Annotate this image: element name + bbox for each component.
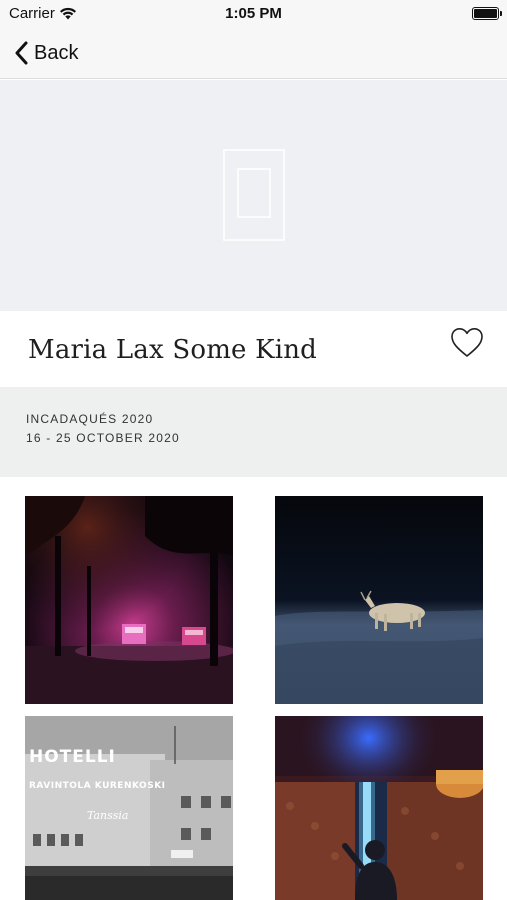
title-row: Maria Lax Some Kind bbox=[0, 311, 507, 387]
status-bar: Carrier 1:05 PM bbox=[0, 0, 507, 28]
event-dates: 16 - 25 OCTOBER 2020 bbox=[26, 431, 180, 445]
night-forest-lights-photo[interactable] bbox=[25, 496, 233, 704]
svg-text:HOTELLI: HOTELLI bbox=[29, 747, 116, 767]
battery-icon bbox=[472, 7, 502, 20]
back-label: Back bbox=[34, 41, 79, 64]
festival-name: INCADAQUÉS 2020 bbox=[26, 412, 154, 426]
svg-text:Tanssia: Tanssia bbox=[87, 809, 129, 822]
reindeer-at-night-photo[interactable] bbox=[275, 496, 483, 704]
navigation-bar: Back bbox=[0, 28, 507, 79]
figure-at-window-photo[interactable] bbox=[275, 716, 483, 900]
favorite-heart-icon[interactable] bbox=[449, 325, 485, 361]
back-button[interactable]: Back bbox=[14, 36, 78, 70]
event-info-band: INCADAQUÉS 2020 16 - 25 OCTOBER 2020 bbox=[0, 387, 507, 477]
image-placeholder-icon bbox=[223, 149, 285, 241]
status-time: 1:05 PM bbox=[225, 5, 282, 22]
svg-text:RAVINTOLA KURENKOSKI: RAVINTOLA KURENKOSKI bbox=[29, 781, 166, 791]
hotelli-building-photo[interactable]: HOTELLI RAVINTOLA KURENKOSKI Tanssia bbox=[25, 716, 233, 900]
event-title: Maria Lax Some Kind bbox=[28, 335, 318, 365]
chevron-left-icon bbox=[15, 41, 28, 65]
